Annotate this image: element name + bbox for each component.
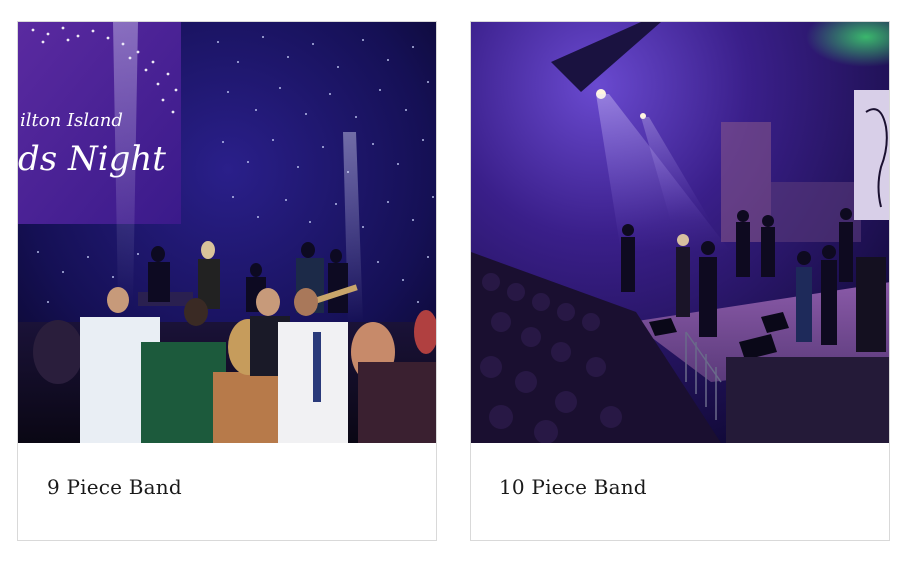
card-caption: 9 Piece Band — [18, 443, 436, 540]
concert-image-9-piece: ilton Island ds Night — [18, 22, 436, 443]
band-gallery: ilton Island ds Night 9 Piece Band 10 Pi… — [0, 0, 902, 571]
screen-text-line1: ilton Island — [20, 110, 123, 131]
band-card-10-piece[interactable]: 10 Piece Band — [470, 21, 890, 541]
card-caption: 10 Piece Band — [471, 443, 889, 540]
screen-text-line2: ds Night — [18, 139, 166, 179]
card-title[interactable]: 10 Piece Band — [499, 475, 647, 499]
band-card-9-piece[interactable]: ilton Island ds Night 9 Piece Band — [17, 21, 437, 541]
band-photo-9-piece[interactable]: ilton Island ds Night — [18, 22, 436, 443]
concert-image-10-piece — [471, 22, 889, 443]
card-title[interactable]: 9 Piece Band — [47, 475, 182, 499]
band-photo-10-piece[interactable] — [471, 22, 889, 443]
